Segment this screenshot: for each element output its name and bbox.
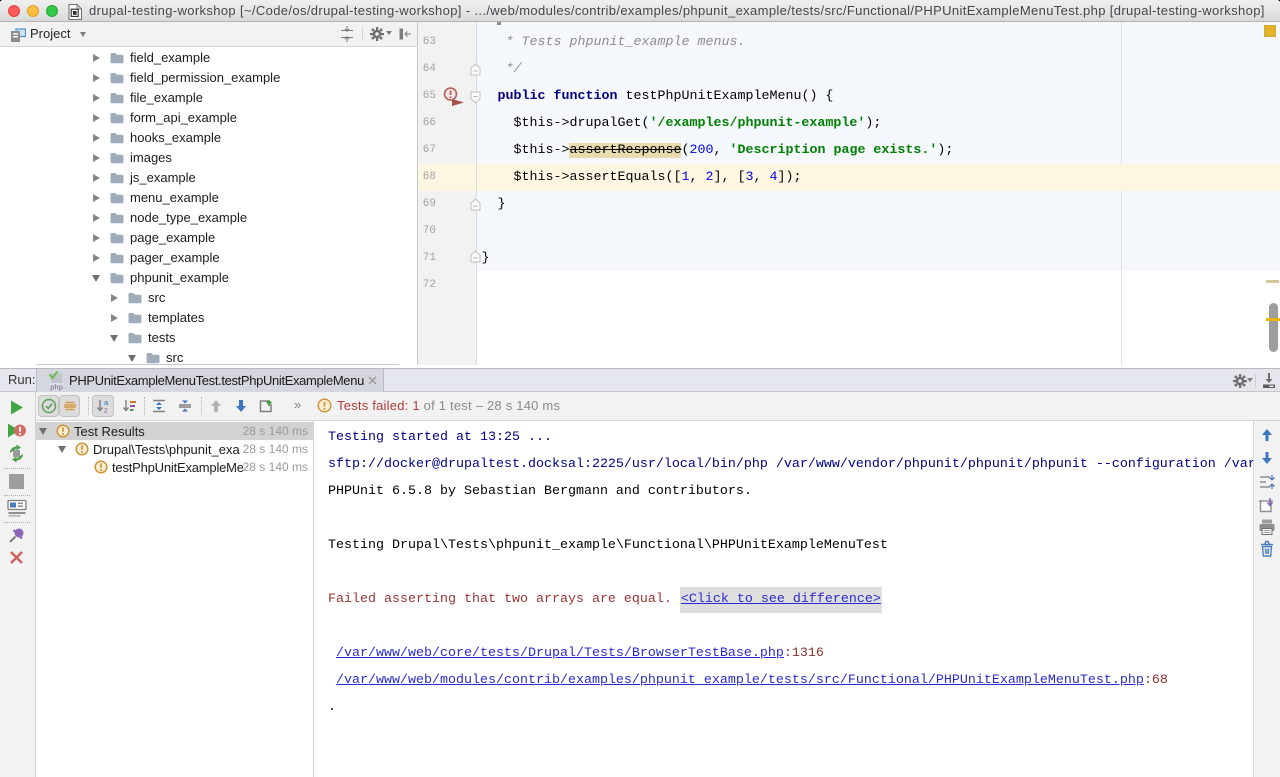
svg-text:z: z <box>104 406 108 415</box>
svg-text:php: php <box>50 385 63 391</box>
